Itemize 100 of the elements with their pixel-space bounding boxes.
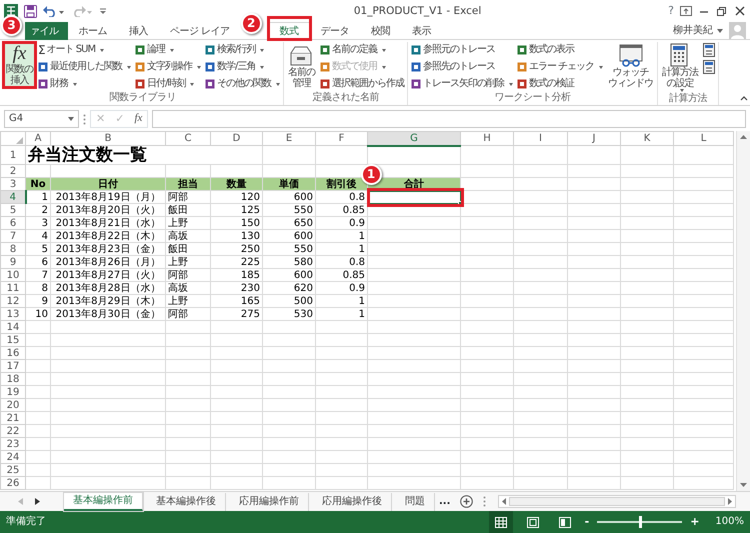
scroll-right-icon[interactable] — [728, 498, 732, 505]
row-header[interactable]: 12 — [0, 294, 26, 308]
undo-icon[interactable] — [43, 5, 65, 17]
row-header[interactable]: 1 — [0, 146, 26, 164]
active-cell[interactable] — [368, 190, 460, 204]
row-header[interactable]: 14 — [0, 320, 26, 334]
ribbon-button[interactable]: 計算方法 の設定 — [660, 42, 700, 93]
help-button[interactable]: ? — [668, 2, 674, 20]
sheet-tab[interactable]: 基本編操作前 — [64, 492, 143, 510]
row-header[interactable]: 8 — [0, 242, 26, 256]
row-header[interactable]: 7 — [0, 230, 26, 242]
scroll-down-icon[interactable] — [740, 483, 747, 487]
view-button[interactable] — [488, 511, 513, 533]
restore-icon[interactable] — [716, 6, 728, 16]
ribbon-button[interactable]: 日付/時刻 — [134, 76, 202, 92]
ribbon-button[interactable]: 選択範囲から作成 — [319, 76, 405, 92]
column-header[interactable]: I — [514, 132, 568, 146]
zoom-out-button[interactable]: - — [584, 514, 590, 530]
ribbon-button[interactable]: 最近使用した関数 — [37, 59, 132, 75]
ribbon-button[interactable]: 数式の検証 — [516, 76, 604, 92]
vertical-scrollbar[interactable] — [736, 131, 750, 491]
ribbon-button[interactable]: 文字列操作 — [134, 59, 202, 75]
column-header[interactable]: C — [166, 132, 210, 146]
caret-icon[interactable] — [717, 28, 723, 32]
column-header[interactable]: J — [568, 132, 620, 146]
column-header[interactable]: D — [210, 132, 262, 146]
more-sheets-button[interactable]: ... — [439, 494, 450, 509]
user-name[interactable]: 柳井美紀 — [673, 22, 717, 39]
step-badge: 3 — [1, 15, 22, 36]
spreadsheet-icon[interactable] — [4, 4, 18, 18]
ribbon-button[interactable]: 財務 — [37, 76, 132, 92]
row-header[interactable]: 5 — [0, 204, 26, 216]
row-header[interactable]: 4 — [0, 190, 26, 204]
ribbon-button[interactable]: 参照元のトレース — [410, 42, 514, 58]
save-icon[interactable] — [24, 4, 37, 18]
row-header[interactable]: 13 — [0, 308, 26, 320]
ribbon-button[interactable]: 論理 — [134, 42, 202, 58]
ribbon-button[interactable]: 名前の 管理 — [286, 42, 317, 90]
close-icon[interactable] — [734, 6, 746, 16]
ribbon-tab[interactable]: データ — [310, 22, 360, 40]
row-header[interactable]: 26 — [0, 476, 26, 490]
row-header[interactable]: 10 — [0, 268, 26, 282]
ribbon-tab[interactable]: ホーム — [68, 22, 118, 40]
column-header[interactable]: K — [620, 132, 674, 146]
row-header[interactable]: 6 — [0, 216, 26, 230]
file-tab[interactable]: ァイル — [25, 22, 68, 40]
zoom-in-button[interactable]: + — [690, 514, 700, 530]
ribbon-button[interactable] — [702, 42, 716, 58]
ribbon-button[interactable]: トレース矢印の削除 — [410, 76, 514, 92]
scroll-left-icon[interactable] — [502, 498, 506, 505]
row-header[interactable]: 22 — [0, 424, 26, 438]
add-sheet-icon[interactable] — [460, 495, 474, 508]
row-header[interactable]: 25 — [0, 464, 26, 476]
row-header[interactable]: 9 — [0, 256, 26, 268]
ribbon-tab[interactable]: 挿入 — [118, 22, 159, 40]
horizontal-scrollbar[interactable] — [498, 495, 736, 508]
ribbon-button[interactable]: エラー チェック — [516, 59, 604, 75]
ribbon-button[interactable] — [702, 59, 716, 75]
row-header[interactable]: 15 — [0, 334, 26, 346]
row-header[interactable]: 16 — [0, 346, 26, 360]
ribbon-tab[interactable]: 表示 — [401, 22, 442, 40]
row-header[interactable]: 21 — [0, 412, 26, 424]
row-header[interactable]: 20 — [0, 398, 26, 412]
ribbon-button[interactable]: 検索/行列 — [204, 42, 281, 58]
scroll-thumb[interactable] — [509, 497, 725, 506]
ribbon-tab[interactable]: ページ レイア — [159, 22, 241, 40]
column-header[interactable]: A — [26, 132, 50, 146]
ribbon-display-icon[interactable] — [680, 6, 692, 16]
row-header[interactable]: 23 — [0, 438, 26, 450]
collapse-ribbon-icon[interactable] — [740, 96, 748, 101]
next-sheet-icon[interactable] — [35, 498, 40, 505]
ribbon-button[interactable]: 数学/三角 — [204, 59, 281, 75]
row-header[interactable]: 11 — [0, 282, 26, 294]
caret-icon[interactable] — [68, 117, 74, 121]
ribbon-button[interactable]: その他の関数 — [204, 76, 281, 92]
column-header[interactable]: G — [368, 132, 460, 146]
ribbon-button[interactable]: Σ オート SUM — [37, 42, 132, 58]
row-header[interactable]: 19 — [0, 386, 26, 398]
row-header[interactable]: 18 — [0, 372, 26, 386]
column-header[interactable]: E — [262, 132, 316, 146]
ribbon-button[interactable]: ウォッチ ウィンドウ — [606, 42, 656, 90]
ribbon-button[interactable]: 参照先のトレース — [410, 59, 514, 75]
customize-icon[interactable] — [99, 6, 107, 16]
ribbon-button[interactable]: 数式の表示 — [516, 42, 604, 58]
column-header[interactable]: F — [316, 132, 368, 146]
row-header[interactable]: 2 — [0, 164, 26, 178]
scroll-up-icon[interactable] — [740, 135, 747, 139]
row-header[interactable]: 17 — [0, 360, 26, 372]
column-header[interactable]: L — [674, 132, 734, 146]
highlight-frame — [2, 41, 37, 89]
column-header[interactable]: H — [460, 132, 514, 146]
formula-input-field[interactable] — [152, 110, 746, 128]
insert-function-button[interactable]: fx — [129, 112, 148, 126]
column-header[interactable]: B — [50, 132, 166, 146]
name-box[interactable]: G4 — [4, 110, 79, 128]
ribbon-button[interactable]: 名前の定義 — [319, 42, 405, 58]
row-header[interactable]: 24 — [0, 450, 26, 464]
slider-thumb[interactable] — [638, 516, 642, 528]
ribbon-tab[interactable]: 校閲 — [360, 22, 402, 40]
row-header[interactable]: 3 — [0, 178, 26, 190]
